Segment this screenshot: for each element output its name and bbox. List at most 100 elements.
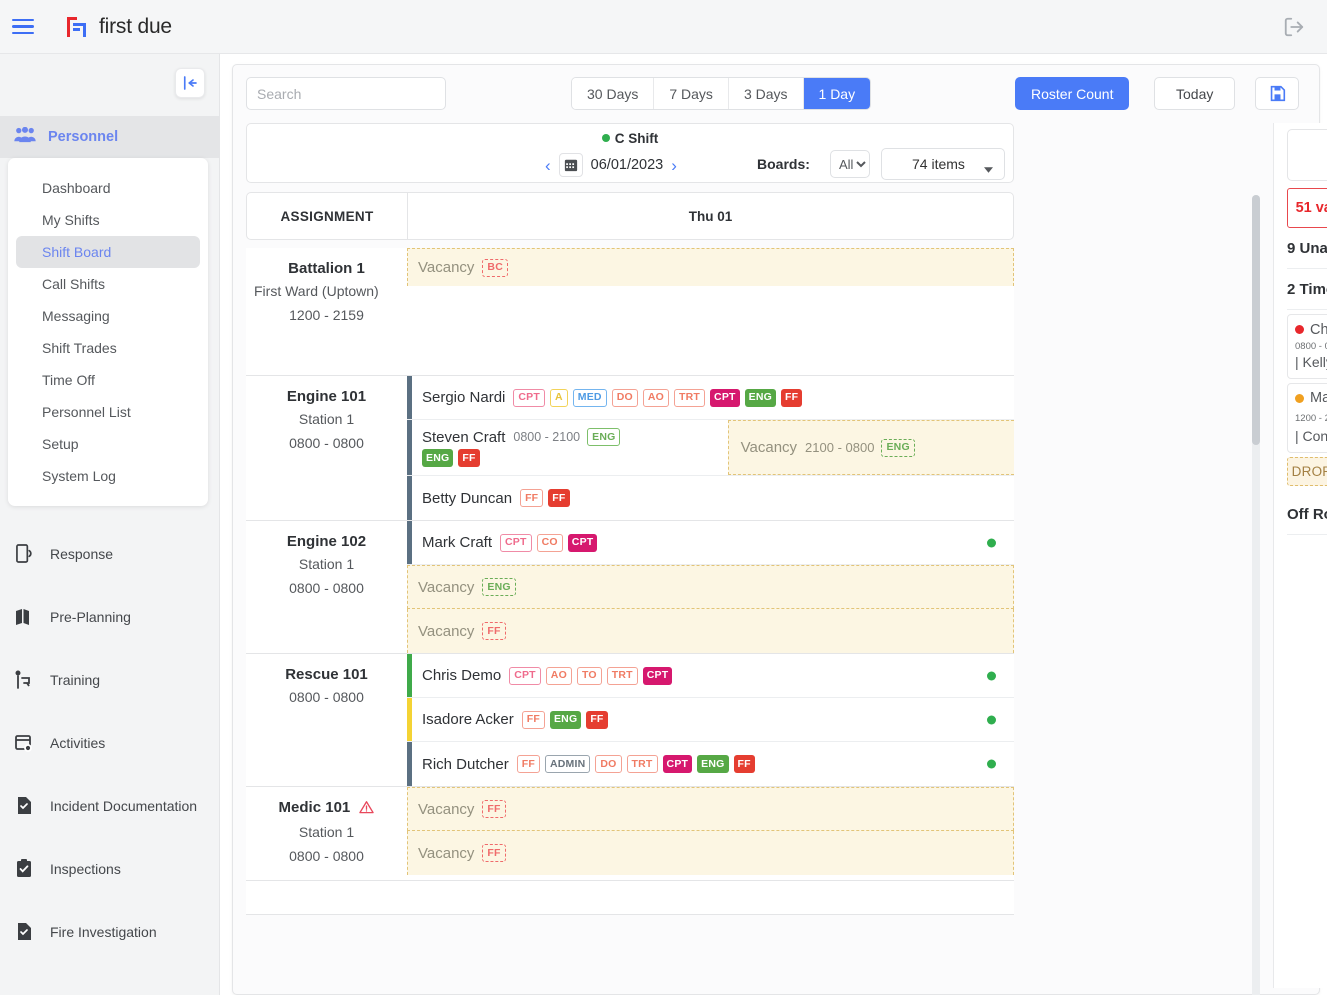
sidebar-item-incident-documentation[interactable]: Incident Documentation [0,774,220,837]
personnel-row[interactable]: Isadore Acker FF ENG FF [407,698,1014,742]
assignment-name: Medic 101 [254,799,399,818]
brand-logo[interactable]: first due [64,14,172,40]
scrollbar-thumb[interactable] [1252,195,1260,445]
status-dot [987,671,996,680]
vacancy-row[interactable]: Vacancy FF [407,609,1014,653]
range-1-day[interactable]: 1 Day [803,78,871,109]
personnel-row[interactable]: Chris Demo CPT AO TO TRT CPT [407,654,1014,698]
items-count-select[interactable]: 74 items [881,148,1005,180]
sidebar-item-label: Training [50,671,101,688]
sidebar-item-shift-board[interactable]: Shift Board [16,236,200,268]
sidebar-item-label: Activities [50,734,106,751]
vacancy-row[interactable]: Vacancy 2100 - 0800 ENG [727,420,1014,475]
vacancy-row[interactable]: Vacancy BC [407,248,1014,286]
roster-count-button[interactable]: Roster Count [1015,77,1130,110]
range-3-days[interactable]: 3 Days [728,78,804,109]
vacancy-row[interactable]: Vacancy FF [407,787,1014,831]
board-header: C Shift ‹ 06/01/2023 › Boards: All 74 it… [246,123,1014,183]
sidebar-item-system-log[interactable]: System Log [16,460,200,492]
board-toolbar: 30 Days 7 Days 3 Days 1 Day Roster Count… [233,65,1319,123]
sidebar-item-shift-trades[interactable]: Shift Trades [16,332,200,364]
save-button[interactable] [1255,77,1299,110]
sidebar-item-training[interactable]: Training [0,648,220,711]
role-badge: CPT [500,533,532,552]
personnel-row[interactable]: Betty Duncan FF FF [407,476,1014,520]
sidebar-submenu: Dashboard My Shifts Shift Board Call Shi… [8,158,208,506]
sidebar-item-label: Messaging [42,308,110,324]
sidebar-item-label: Inspections [50,860,121,877]
sidebar-item-messaging[interactable]: Messaging [16,300,200,332]
personnel-row[interactable]: Sergio Nardi CPT A MED DO AO TRT CPT ENG… [407,376,1014,420]
assignment-group: Medic 101 Station 1 0800 - 0800 Vacancy [246,787,1014,881]
sidebar-item-label: Personnel List [42,404,131,420]
today-button[interactable]: Today [1154,77,1236,110]
time-off-drop-zone[interactable]: DROP HERE TO PUT ON TIME OFF [1287,457,1327,486]
timeoffs-section-header[interactable]: 2 Time Offs ⌄ [1287,269,1327,310]
sidebar-item-response[interactable]: Response [0,522,220,585]
hamburger-icon[interactable] [12,14,38,40]
time-off-card[interactable]: Charles Anderson 0800 - 0800 | 24 hours … [1287,314,1327,379]
sidebar-item-call-shifts[interactable]: Call Shifts [16,268,200,300]
role-badge: TRT [606,666,638,685]
qualification-badge: CPT [710,388,740,407]
role-badge: CPT [513,388,545,407]
personnel-row[interactable]: Steven Craft 0800 - 2100 ENG ENG FF [412,420,728,475]
sidebar-item-label: Incident Documentation [50,797,198,814]
sidebar-item-inspections[interactable]: Inspections [0,837,220,900]
sidebar-item-fire-investigation[interactable]: Fire Investigation [0,900,220,963]
board-scrollbar[interactable] [1252,195,1260,995]
vacancy-label: Vacancy [418,578,475,596]
vacancy-row[interactable]: Vacancy ENG [407,565,1014,609]
assignment-name-text: Medic 101 [278,799,351,816]
time-off-card[interactable]: Matt Mullen 1200 - 2159 | 9.98 hours | V… [1287,383,1327,453]
role-badge: ENG [881,438,915,457]
sidebar-item-personnel-list[interactable]: Personnel List [16,396,200,428]
person-name: Steven Craft [422,428,506,446]
collapse-sidebar-button[interactable] [175,68,205,98]
sidebar-item-time-off[interactable]: Time Off [16,364,200,396]
sidebar-item-setup[interactable]: Setup [16,428,200,460]
scheduling-deputy-title: SCHEDULING DEPUTY [1287,129,1327,181]
vacancy-time: 2100 - 0800 [805,440,875,455]
sidebar-item-my-shifts[interactable]: My Shifts [16,204,200,236]
search-input[interactable] [246,77,446,110]
role-badge: A [549,388,568,407]
current-date[interactable]: 06/01/2023 [591,157,664,173]
top-bar: first due [0,0,1327,54]
assignment-info [246,881,407,914]
role-badge: ENG [482,578,516,596]
first-due-logo-icon [64,14,90,40]
qualification-badge: CPT [567,533,598,552]
personnel-row[interactable]: Mark Craft CPT CO CPT [407,521,1014,565]
people-icon [14,126,36,148]
brand-name: first due [99,14,172,38]
sidebar-item-activities[interactable]: Activities [0,711,220,774]
clipboard-icon [14,859,34,879]
sidebar-item-dashboard[interactable]: Dashboard [16,172,200,204]
assignment-info: Rescue 101 0800 - 0800 [246,654,407,786]
logout-icon[interactable] [1283,16,1305,38]
assignment-station: Station 1 [298,556,355,572]
sidebar-item-label: Fire Investigation [50,923,157,940]
sidebar-item-pre-planning[interactable]: Pre-Planning [0,585,220,648]
range-7-days[interactable]: 7 Days [654,78,729,109]
date-navigator: ‹ 06/01/2023 › [545,153,677,177]
sidebar-item-label: Call Shifts [42,276,106,292]
vacancy-label: Vacancy [740,439,798,456]
assignment-hours: 1200 - 2159 [289,307,364,323]
assignment-info: Medic 101 Station 1 0800 - 0800 [246,787,407,880]
boards-label: Boards: [757,156,810,172]
sidebar-section-personnel[interactable]: Personnel [0,116,220,158]
document-icon [14,922,34,942]
range-30-days[interactable]: 30 Days [572,78,655,109]
next-day-button[interactable]: › [671,157,677,174]
prev-day-button[interactable]: ‹ [545,157,551,174]
calendar-picker-button[interactable] [558,153,583,177]
column-assignment-header: ASSIGNMENT [247,193,408,239]
personnel-row[interactable]: Rich Dutcher FF ADMIN DO TRT CPT ENG FF [407,742,1014,786]
boards-select[interactable]: All [830,150,870,178]
vacancy-row[interactable]: Vacancy FF [407,831,1014,875]
person-name: Rich Dutcher [422,755,509,773]
role-badge: FF [520,489,544,507]
assignment-rows: Mark Craft CPT CO CPT Vacancy ENG Vacanc… [407,521,1014,653]
